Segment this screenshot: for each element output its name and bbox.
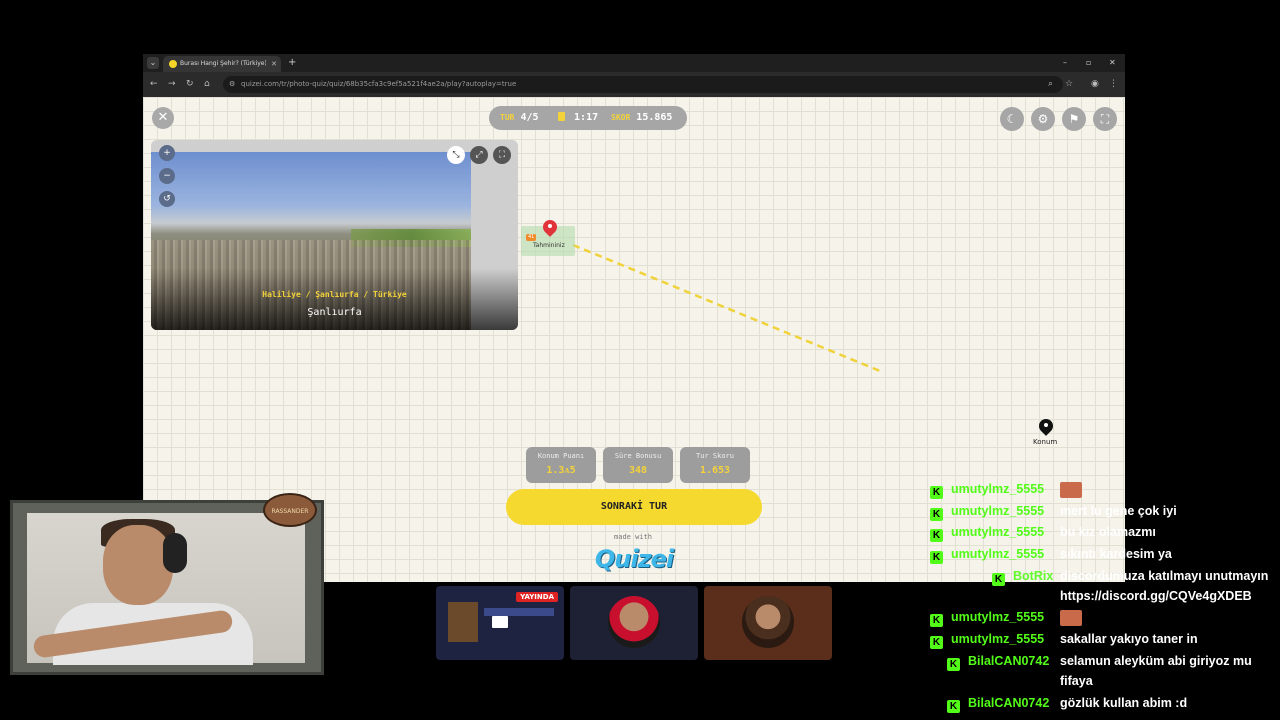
report-flag-button[interactable]: ⚑ [1062, 107, 1086, 131]
streamer-face [103, 525, 173, 605]
photo-city-name: Şanlıurfa [307, 307, 362, 318]
player-avatar [608, 596, 660, 648]
kick-badge-icon: K [930, 529, 943, 542]
chat-message: Kumutylmz_5555 bu kız olamazmı [930, 525, 1280, 542]
zoom-icon[interactable]: ⌕ [1048, 78, 1053, 90]
url-text: quizei.com/tr/photo-quiz/quiz/68b35cfa3c… [241, 80, 517, 88]
emote-icon [1060, 610, 1082, 626]
window-close-icon[interactable]: ✕ [1109, 56, 1116, 70]
kick-badge-icon: K [930, 614, 943, 627]
kick-badge-icon: K [930, 551, 943, 564]
channel-badge-logo: RASSANDER [263, 493, 317, 527]
chat-message-bot: K BotRix discordumuza katılmayı unutmayın [992, 569, 1280, 586]
new-tab-icon[interactable]: + [288, 56, 296, 70]
chat-message: Kumutylmz_5555 sakallar yakıyo taner in [930, 632, 1280, 649]
clip-thumbnail-live[interactable]: YAYINDA [436, 586, 564, 660]
chat-message: Kumutylmz_5555 [930, 610, 1280, 627]
site-info-icon[interactable]: ⚙ [229, 79, 235, 90]
clip-thumbnail-player[interactable] [570, 586, 698, 660]
kick-badge-icon: K [947, 700, 960, 713]
fullscreen-photo-icon[interactable]: ⛶ [493, 146, 511, 164]
round-label: TUR [500, 113, 515, 122]
headphone-icon [163, 533, 187, 573]
address-bar[interactable]: ⚙ quizei.com/tr/photo-quiz/quiz/68b35cfa… [223, 76, 1063, 93]
tab-close-icon[interactable]: ✕ [271, 58, 277, 70]
tab-title: Burası Hangi Şehir? (Türkiye) - [180, 60, 266, 67]
quizei-logo[interactable]: Quizei [593, 544, 675, 574]
photo-location-subtitle: Haliliye / Şanlıurfa / Türkiye [262, 290, 407, 299]
live-badge: YAYINDA [516, 592, 558, 602]
chat-message: Kumutylmz_5555 [930, 482, 1280, 499]
dark-mode-button[interactable]: ☾ [1000, 107, 1024, 131]
made-with-text: made with [614, 533, 652, 541]
guess-marker[interactable]: 41 Tahmininiz [521, 217, 575, 256]
guess-label: Tahmininiz [533, 242, 565, 249]
timer-icon [558, 112, 565, 121]
next-round-button[interactable]: SONRAKİ TUR [506, 489, 762, 525]
timer-value: 1:17 [574, 112, 599, 123]
chat-overlay: Kumutylmz_5555 Kumutylmz_5555 mert lu ge… [930, 478, 1280, 720]
bookmark-star-icon[interactable]: ☆ [1065, 78, 1073, 90]
chat-message: K BilalCAN0742 gözlük kullan abim :d [947, 696, 1280, 713]
back-icon[interactable]: ← [150, 78, 158, 90]
kick-badge-icon: K [930, 486, 943, 499]
answer-label: Konum [1033, 438, 1058, 446]
tab-search-button[interactable]: ⌄ [147, 57, 159, 69]
answer-marker[interactable]: Konum [1029, 416, 1063, 453]
menu-kebab-icon[interactable]: ⋮ [1109, 78, 1118, 90]
stream-canvas: ⌄ Burası Hangi Şehir? (Türkiye) - ✕ + – … [0, 0, 1280, 720]
guess-tag: 41 [526, 234, 537, 241]
guest-avatar [742, 596, 794, 648]
time-bonus-card: Süre Bonusu 348 [603, 447, 673, 483]
restore-icon[interactable]: ▫ [1086, 56, 1091, 70]
emote-icon [1060, 482, 1082, 498]
kick-badge-icon: K [930, 508, 943, 521]
photo-panel: Haliliye / Şanlıurfa / Türkiye Şanlıurfa… [151, 140, 518, 330]
clip-thumbnail-guest[interactable] [704, 586, 832, 660]
kick-badge-icon: K [930, 636, 943, 649]
reload-icon[interactable]: ↻ [186, 78, 194, 90]
fullscreen-button[interactable]: ⛶ [1093, 107, 1117, 131]
zoom-out-icon[interactable]: − [159, 168, 175, 184]
score-label: SKOR [611, 113, 631, 122]
round-hud: TUR 4/5 1:17 SKOR 15.865 [489, 106, 687, 130]
monitor-icon [492, 616, 508, 628]
settings-button[interactable]: ⚙ [1031, 107, 1055, 131]
chat-message: K BilalCAN0742 selamun aleyküm abi giriyo… [947, 654, 1280, 671]
location-score-card: Konum Puanı 1.3ᴀ5 [526, 447, 596, 483]
favicon-icon [169, 60, 177, 68]
round-score-card: Tur Skoru 1.653 [680, 447, 750, 483]
kick-badge-icon: K [947, 658, 960, 671]
score-value: 15.865 [636, 112, 673, 123]
collapse-icon[interactable]: ⤡ [447, 146, 465, 164]
browser-tab[interactable]: Burası Hangi Şehir? (Türkiye) - ✕ [163, 56, 281, 72]
chat-message: Kumutylmz_5555 mert lu gene çok iyi [930, 504, 1280, 521]
address-bar-row: ← → ↻ ⌂ ⚙ quizei.com/tr/photo-quiz/quiz/… [143, 72, 1125, 97]
tab-bar: ⌄ Burası Hangi Şehir? (Türkiye) - ✕ + – … [143, 54, 1125, 72]
webcam-overlay: RASSANDER [10, 493, 324, 675]
reset-view-icon[interactable]: ↺ [159, 191, 175, 207]
round-value: 4/5 [520, 112, 539, 123]
chat-message: Kumutylmz_5555 sıkıntı kardesim ya [930, 547, 1280, 564]
close-quiz-button[interactable]: ✕ [152, 107, 174, 129]
expand-icon[interactable]: ⤢ [470, 146, 488, 164]
forward-icon[interactable]: → [168, 78, 176, 90]
minimize-icon[interactable]: – [1063, 56, 1067, 70]
profile-icon[interactable]: ◉ [1091, 78, 1099, 90]
home-icon[interactable]: ⌂ [204, 78, 210, 90]
zoom-in-icon[interactable]: + [159, 145, 175, 161]
kick-badge-icon: K [992, 573, 1005, 586]
